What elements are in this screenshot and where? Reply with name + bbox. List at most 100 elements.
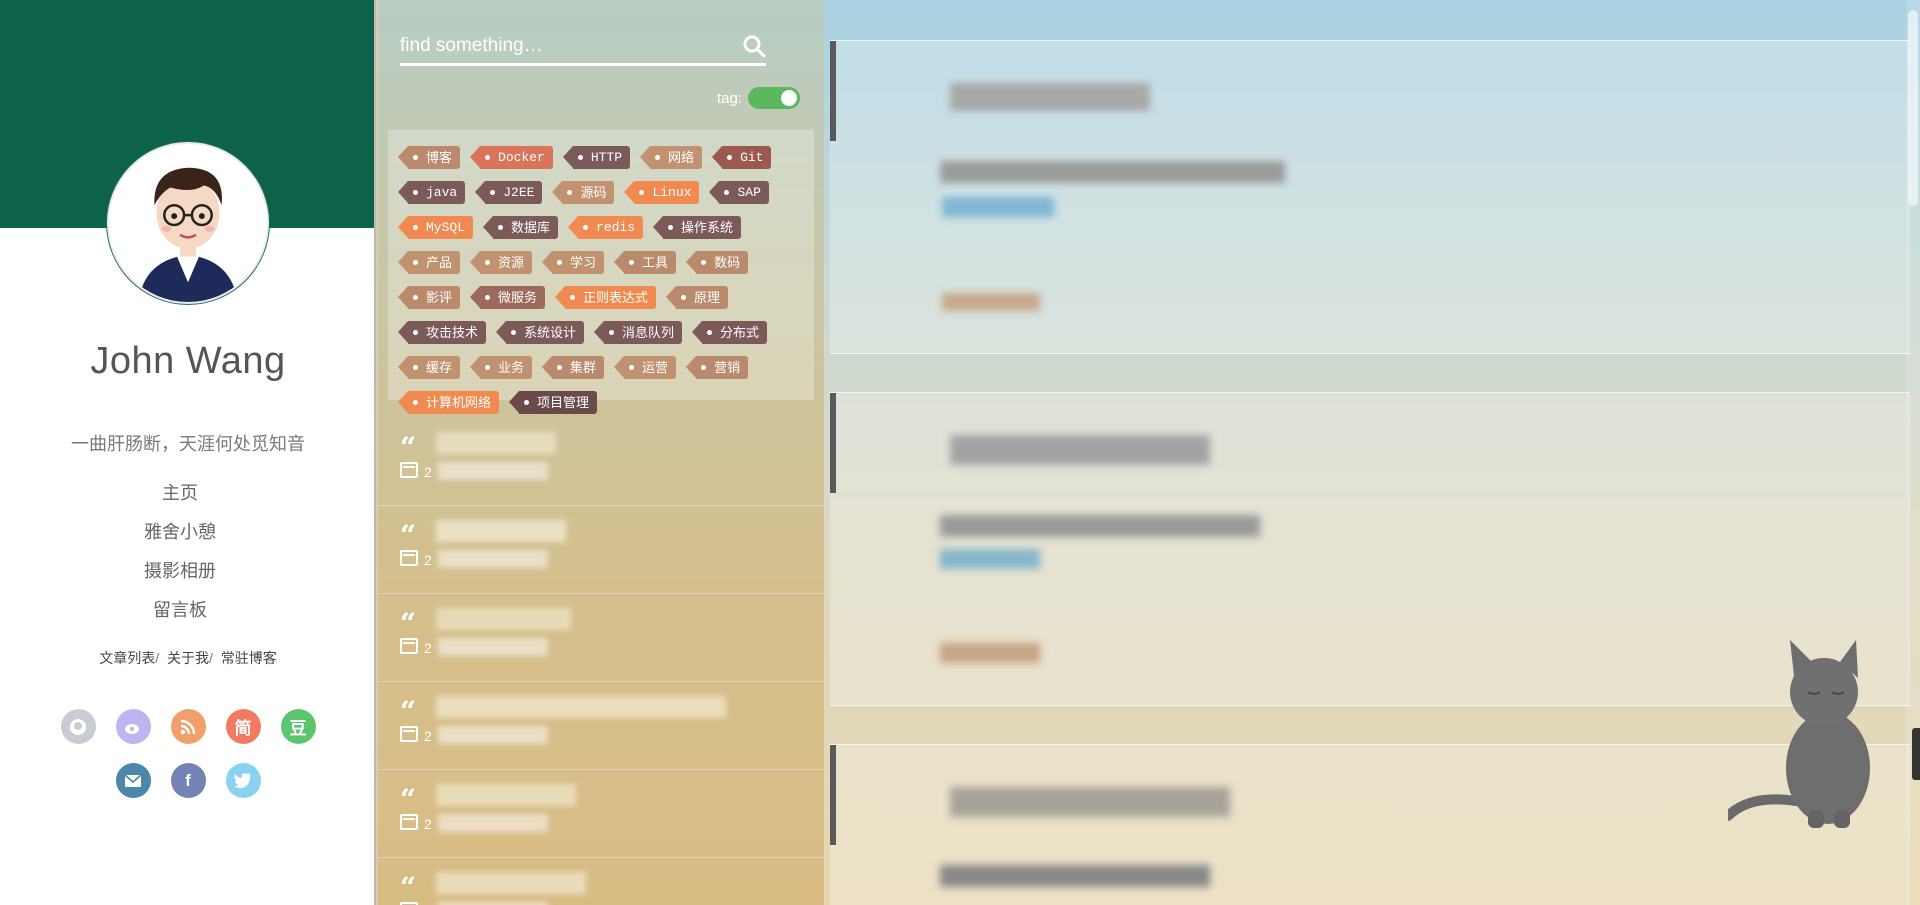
post-title-redacted [436,432,556,454]
article-tags-redacted [942,197,1054,217]
card-accent-bar [830,41,836,141]
tag-chip[interactable]: 计算机网络 [397,391,500,414]
tag-cloud: 博客 Docker HTTP 网络 Git java J2EE 源码 Linux SAP MySQL… [388,130,814,414]
article-tags-redacted [940,549,1040,569]
email-icon[interactable] [115,763,151,798]
avatar-illustration [109,144,267,302]
tag-chip[interactable]: 缓存 [397,356,461,379]
search-icon[interactable] [742,34,766,58]
cat-mascot-icon[interactable] [1728,640,1878,830]
link-resident-blog[interactable]: 常驻博客 [221,650,277,666]
main-nav: 主页 雅舍小憩 摄影相册 留言板 [0,480,360,636]
weibo-icon[interactable] [115,709,151,744]
side-panel-handle[interactable] [1912,728,1920,780]
quote-icon: “ [400,519,417,552]
tag-chip[interactable]: 博客 [397,146,461,169]
post-title-redacted [436,872,586,894]
article-card[interactable] [830,40,1910,354]
tag-chip[interactable]: 源码 [552,181,615,204]
tag-chip[interactable]: 集群 [542,356,605,379]
tag-chip[interactable]: 原理 [666,286,729,309]
tag-chip[interactable]: 分布式 [692,321,768,344]
search-input[interactable] [400,30,720,62]
tag-chip[interactable]: Linux [624,181,700,204]
post-date: 2 [424,728,432,744]
tag-chip[interactable]: 正则表达式 [555,286,657,309]
tag-chip[interactable]: redis [568,216,644,239]
article-title-redacted [950,83,1150,111]
douban-icon[interactable]: 豆 [280,709,316,744]
post-title-redacted [436,784,576,806]
post-title-redacted [436,696,726,718]
quote-icon: “ [400,783,417,816]
post-list-item[interactable]: “2 [378,506,824,594]
twitter-icon[interactable] [225,763,261,798]
facebook-icon[interactable]: f [170,763,206,798]
post-title-redacted [436,608,571,630]
tag-chip[interactable]: MySQL [397,216,474,239]
calendar-icon [400,726,418,742]
link-about-me[interactable]: 关于我 [167,650,209,666]
nav-item-guestbook[interactable]: 留言板 [0,597,360,636]
scrollbar-thumb[interactable] [1908,10,1918,206]
tag-switch: tag: [717,87,800,109]
tag-chip[interactable]: 项目管理 [509,391,598,414]
post-list-item[interactable]: “2 [378,770,824,858]
avatar[interactable] [107,142,269,304]
link-article-list[interactable]: 文章列表 [99,650,155,666]
tag-chip[interactable]: 营销 [686,356,749,379]
tag-chip[interactable]: HTTP [562,146,631,169]
tag-chip[interactable]: 网络 [640,146,703,169]
tag-chip[interactable]: 微服务 [470,286,546,309]
article-meta-redacted [942,293,1040,311]
tag-chip[interactable]: 消息队列 [594,321,683,344]
tag-chip[interactable]: 攻击技术 [397,321,487,344]
post-title-redacted [436,520,566,542]
jianshu-icon[interactable]: 简 [225,709,261,744]
post-meta-redacted [438,550,548,568]
tag-search-panel: tag: 博客 Docker HTTP 网络 Git java J2EE 源码 Linux SAP… [378,0,824,905]
secondary-links: 文章列表/ 关于我/ 常驻博客 [0,648,376,668]
card-accent-bar [830,393,836,493]
nav-item-album[interactable]: 摄影相册 [0,558,360,597]
tag-chip[interactable]: 数码 [686,251,749,274]
post-date: 2 [424,552,432,568]
card-accent-bar [830,745,836,845]
tag-chip[interactable]: Git [711,146,772,169]
article-title-redacted [950,787,1230,817]
tag-chip[interactable]: J2EE [475,181,543,204]
tag-chip[interactable]: 影评 [397,286,461,309]
tag-chip[interactable]: Docker [470,146,553,169]
tag-switch-label: tag: [716,89,742,107]
calendar-icon [400,638,418,654]
github-icon[interactable] [60,709,96,744]
tag-chip[interactable]: 业务 [470,356,533,379]
post-list-item[interactable]: “2 [378,682,824,770]
post-list-item[interactable]: “2 [378,594,824,682]
tag-chip[interactable]: 系统设计 [496,321,585,344]
tag-chip[interactable]: 运营 [614,356,677,379]
quote-icon: “ [400,695,417,728]
article-summary-redacted [940,865,1210,887]
tag-chip[interactable]: 学习 [542,251,605,274]
social-links-row-1: 简 豆 [0,709,376,744]
tag-chip[interactable]: 操作系统 [653,216,742,239]
calendar-icon [400,550,418,566]
tag-chip[interactable]: SAP [709,181,769,204]
calendar-icon [400,462,418,478]
tag-chip[interactable]: java [397,181,466,204]
tag-chip[interactable]: 产品 [397,251,461,274]
quote-icon: “ [400,431,417,464]
rss-icon[interactable] [170,709,206,744]
profile-sidebar: John Wang 一曲肝肠断，天涯何处觅知音 主页 雅舍小憩 摄影相册 留言板… [0,0,376,905]
tag-chip[interactable]: 数据库 [483,216,559,239]
nav-item-lounge[interactable]: 雅舍小憩 [0,519,360,558]
post-list-item[interactable]: “2 [378,418,824,506]
nav-item-home[interactable]: 主页 [0,480,360,519]
tag-chip[interactable]: 资源 [470,251,533,274]
quote-icon: “ [400,607,417,640]
tag-toggle[interactable] [748,87,800,109]
post-list-item[interactable]: “2019-11-20 [378,858,824,905]
tag-chip[interactable]: 工具 [614,251,677,274]
link-separator: / [209,650,213,666]
